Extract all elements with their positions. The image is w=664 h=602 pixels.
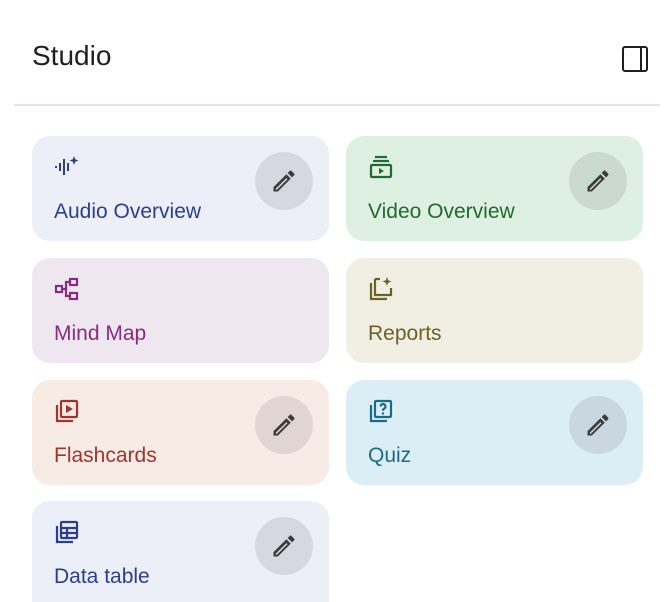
card-label: Reports — [368, 322, 442, 345]
audio-waveform-sparkle-icon — [54, 154, 80, 180]
pencil-icon — [273, 535, 295, 557]
flashcards-icon — [54, 398, 80, 424]
card-mind-map[interactable]: Mind Map — [32, 258, 329, 363]
card-label: Video Overview — [368, 200, 515, 223]
card-label: Audio Overview — [54, 200, 202, 223]
side-panel-toggle-icon[interactable] — [622, 46, 648, 72]
card-label: Flashcards — [54, 444, 157, 467]
edit-video-overview-button[interactable] — [569, 152, 627, 210]
card-label: Data table — [54, 565, 150, 588]
pencil-icon — [273, 170, 295, 192]
card-label: Quiz — [368, 444, 412, 467]
pencil-icon — [587, 170, 609, 192]
edit-flashcards-button[interactable] — [255, 396, 313, 454]
mind-map-icon — [54, 276, 80, 302]
card-video-overview[interactable]: Video Overview — [346, 136, 643, 241]
card-data-table[interactable]: Data table — [32, 501, 329, 602]
data-table-icon — [54, 519, 80, 545]
studio-panel: Studio Audio Overview Video Overview Min… — [0, 0, 664, 602]
edit-quiz-button[interactable] — [569, 396, 627, 454]
edit-data-table-button[interactable] — [255, 517, 313, 575]
pencil-icon — [587, 414, 609, 436]
card-reports[interactable]: Reports — [346, 258, 643, 363]
card-audio-overview[interactable]: Audio Overview — [32, 136, 329, 241]
studio-header: Studio — [14, 12, 660, 106]
panel-title: Studio — [32, 40, 112, 71]
video-stack-icon — [368, 154, 394, 180]
card-quiz[interactable]: Quiz — [346, 380, 643, 485]
card-label: Mind Map — [54, 322, 147, 345]
pencil-icon — [273, 414, 295, 436]
quiz-icon — [368, 398, 394, 424]
edit-audio-overview-button[interactable] — [255, 152, 313, 210]
card-flashcards[interactable]: Flashcards — [32, 380, 329, 485]
reports-sparkle-icon — [368, 276, 394, 302]
